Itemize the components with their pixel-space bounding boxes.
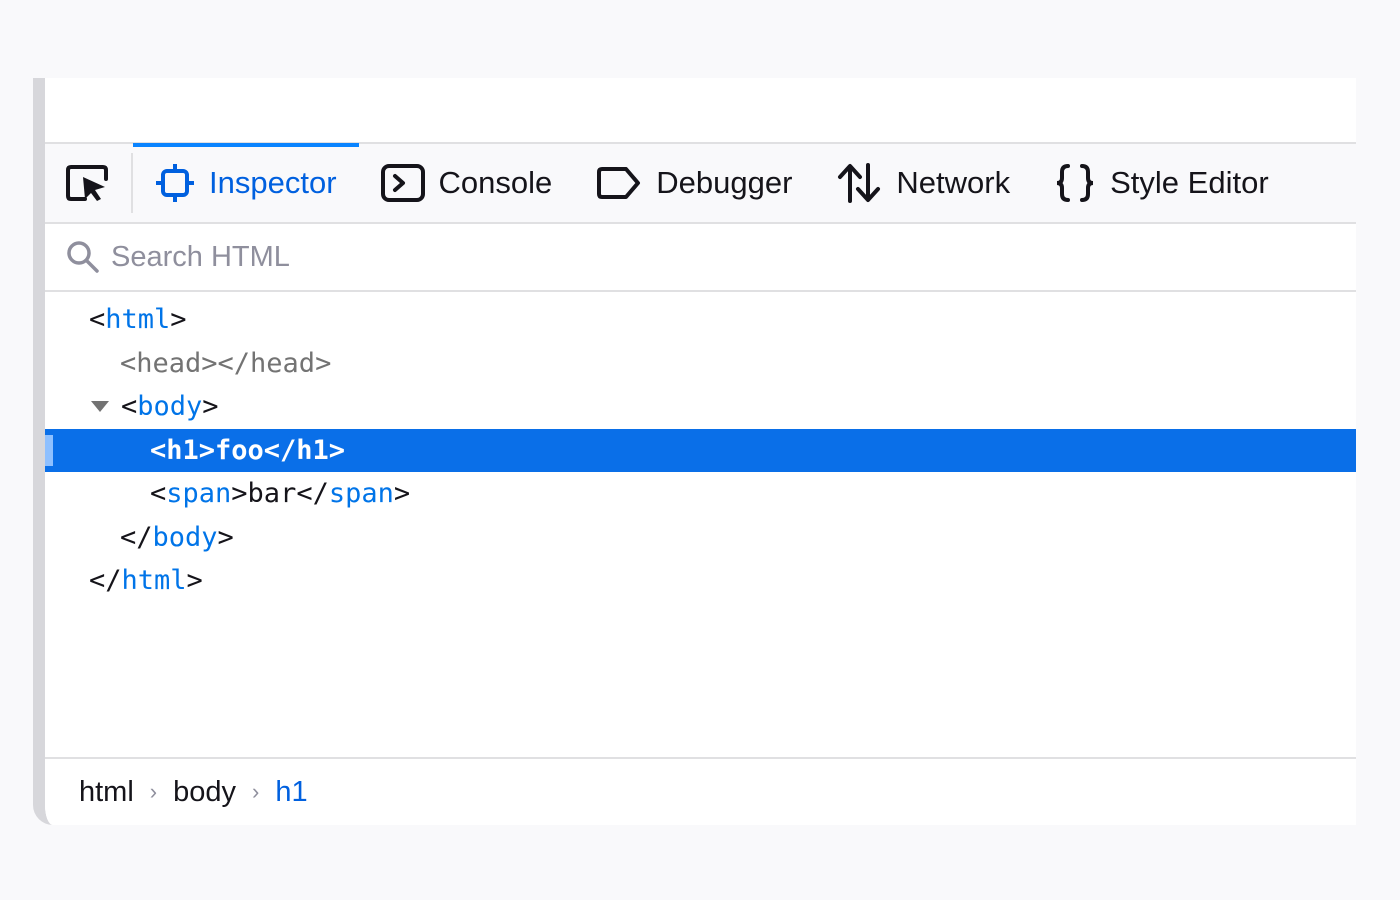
toolbox-tabbar: Inspector Console Debugger Network Style… xyxy=(45,143,1356,224)
breadcrumb: html › body › h1 xyxy=(45,757,1356,825)
head-tag: <head></head> xyxy=(120,347,332,379)
tree-node-body-open[interactable]: < body > xyxy=(45,385,1356,429)
tab-network[interactable]: Network xyxy=(814,143,1032,223)
selection-marker xyxy=(45,434,53,466)
debugger-icon xyxy=(596,166,642,200)
h1-tag: <h1>foo</h1> xyxy=(150,434,346,466)
breadcrumb-html[interactable]: html xyxy=(71,776,142,809)
breadcrumb-separator-icon: › xyxy=(252,779,260,804)
search-icon xyxy=(67,241,99,273)
devtools-window: Inspector Console Debugger Network Style… xyxy=(33,78,1356,825)
search-input[interactable] xyxy=(111,240,711,274)
tree-node-h1-selected[interactable]: <h1>foo</h1> xyxy=(45,428,1356,472)
tab-console-label: Console xyxy=(438,165,553,200)
style-editor-icon xyxy=(1054,163,1096,203)
tree-node-head[interactable]: <head></head> xyxy=(45,342,1356,386)
tab-console[interactable]: Console xyxy=(359,143,575,223)
tab-inspector-label: Inspector xyxy=(209,165,337,200)
tree-node-span[interactable]: < span >bar</span > xyxy=(45,472,1356,516)
tab-debugger[interactable]: Debugger xyxy=(574,143,814,223)
tab-network-label: Network xyxy=(896,165,1011,200)
tab-debugger-label: Debugger xyxy=(656,165,793,200)
element-picker-icon xyxy=(66,165,108,201)
tree-node-html-open[interactable]: < html > xyxy=(45,298,1356,342)
tab-inspector[interactable]: Inspector xyxy=(133,143,359,223)
tree-node-html-close[interactable]: </html > xyxy=(45,559,1356,603)
expand-twisty-icon[interactable] xyxy=(91,401,109,413)
search-bar xyxy=(45,224,1356,292)
tree-node-body-close[interactable]: </body > xyxy=(45,516,1356,560)
tab-style-editor[interactable]: Style Editor xyxy=(1032,143,1291,223)
network-icon xyxy=(836,163,882,203)
console-icon xyxy=(380,164,425,202)
tab-style-editor-label: Style Editor xyxy=(1110,165,1269,200)
breadcrumb-h1[interactable]: h1 xyxy=(267,776,315,809)
markup-tree: < html > <head></head> < body > <h1>foo</h1>… xyxy=(45,292,1356,755)
breadcrumb-body[interactable]: body xyxy=(165,776,244,809)
inspector-icon xyxy=(155,163,195,203)
page-area xyxy=(45,78,1356,144)
breadcrumb-separator-icon: › xyxy=(149,779,158,804)
element-picker-button[interactable] xyxy=(45,153,133,213)
